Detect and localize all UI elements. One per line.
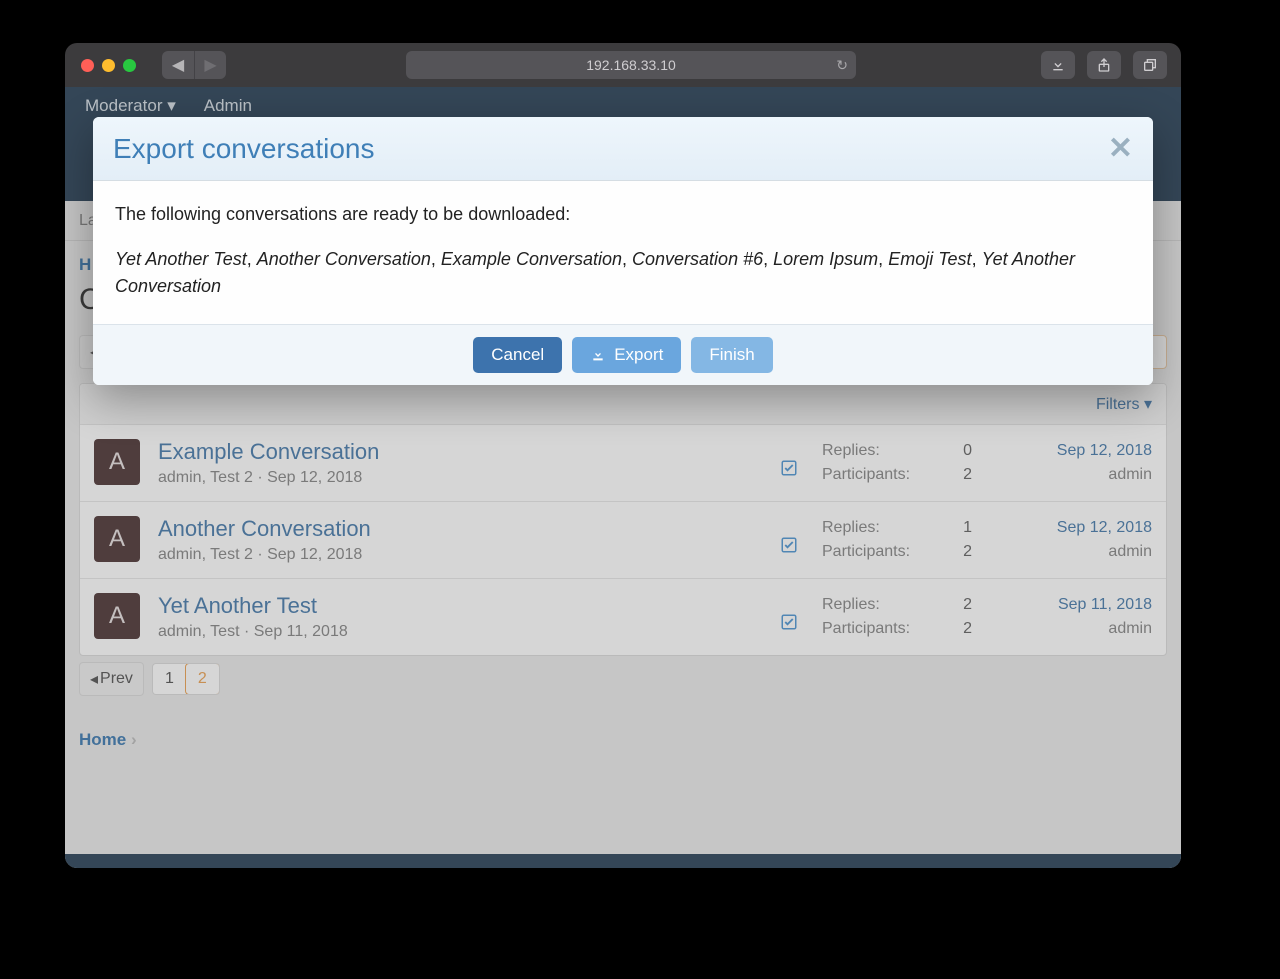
- share-icon[interactable]: [1087, 51, 1121, 79]
- finish-button[interactable]: Finish: [691, 337, 772, 373]
- forward-button[interactable]: ▶: [194, 51, 226, 79]
- cancel-button[interactable]: Cancel: [473, 337, 562, 373]
- url-text: 192.168.33.10: [586, 57, 676, 73]
- window-minimize-icon[interactable]: [102, 59, 115, 72]
- export-button[interactable]: Export: [572, 337, 681, 373]
- back-button[interactable]: ◀: [162, 51, 194, 79]
- modal-title: Export conversations: [113, 133, 374, 165]
- reload-icon[interactable]: ↻: [836, 57, 848, 74]
- address-bar[interactable]: 192.168.33.10 ↻: [406, 51, 856, 79]
- close-icon[interactable]: ✕: [1108, 131, 1133, 166]
- window-close-icon[interactable]: [81, 59, 94, 72]
- window-zoom-icon[interactable]: [123, 59, 136, 72]
- modal-conversation-list: Yet Another Test, Another Conversation, …: [115, 246, 1131, 300]
- export-conversations-modal: Export conversations ✕ The following con…: [93, 117, 1153, 385]
- download-icon: [590, 347, 606, 363]
- modal-intro: The following conversations are ready to…: [115, 201, 1131, 228]
- downloads-icon[interactable]: [1041, 51, 1075, 79]
- tabs-icon[interactable]: [1133, 51, 1167, 79]
- browser-titlebar: ◀ ▶ 192.168.33.10 ↻: [65, 43, 1181, 87]
- export-label: Export: [614, 345, 663, 365]
